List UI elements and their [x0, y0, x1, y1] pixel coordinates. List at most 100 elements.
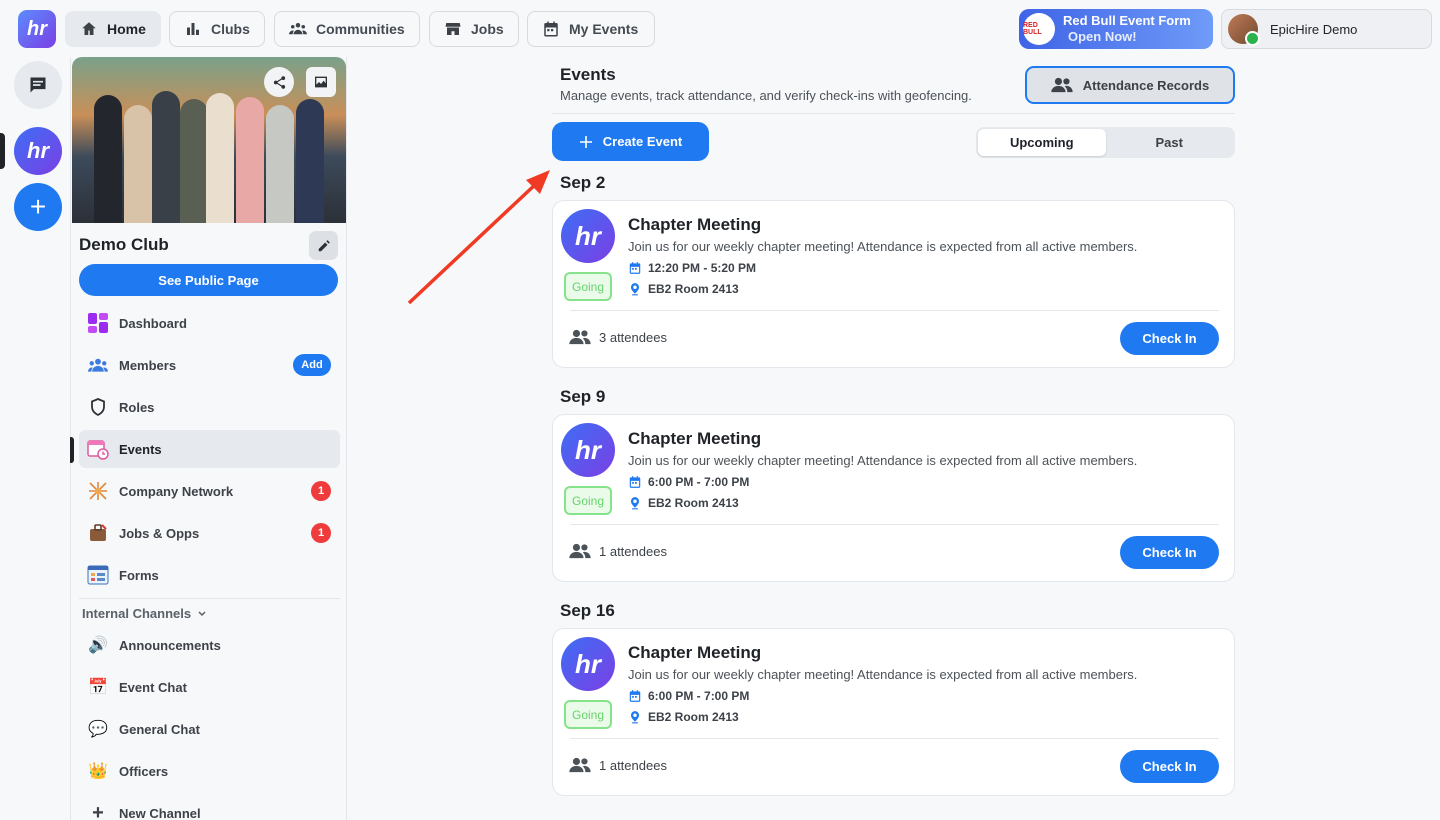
- attendee-count: 1 attendees: [569, 757, 667, 773]
- sidebar-selected-indicator: [70, 437, 74, 463]
- nav-my-events[interactable]: My Events: [527, 11, 655, 47]
- sidebar-item-jobs-opps[interactable]: Jobs & Opps 1: [79, 514, 340, 552]
- red-bull-logo: RED BULL: [1023, 13, 1055, 45]
- club-logo: hr: [561, 209, 615, 263]
- shield-icon: [87, 396, 109, 418]
- club-name: Demo Club: [79, 235, 169, 254]
- attendee-count: 1 attendees: [569, 543, 667, 559]
- channel-general-chat[interactable]: 💬 General Chat: [79, 710, 340, 748]
- tab-past[interactable]: Past: [1106, 129, 1234, 156]
- event-description: Join us for our weekly chapter meeting! …: [628, 667, 1138, 682]
- promo-title: Red Bull Event Form: [1063, 13, 1191, 28]
- app-logo[interactable]: hr: [18, 10, 56, 48]
- people-icon: [569, 329, 591, 345]
- event-filter-tabs: Upcoming Past: [976, 127, 1235, 158]
- card-divider: [570, 310, 1219, 311]
- share-button[interactable]: [264, 67, 294, 97]
- bar-chart-icon: [187, 23, 199, 35]
- location-pin-icon: [630, 497, 640, 510]
- event-date-header: Sep 9: [560, 387, 606, 406]
- avatar: [1228, 14, 1260, 46]
- event-title: Chapter Meeting: [628, 215, 762, 234]
- rail-selected-indicator: [0, 133, 5, 169]
- people-icon: [1051, 77, 1073, 93]
- event-time: 6:00 PM - 7:00 PM: [628, 689, 749, 703]
- event-title: Chapter Meeting: [628, 429, 762, 448]
- check-in-button[interactable]: Check In: [1120, 322, 1219, 355]
- nav-home[interactable]: Home: [65, 11, 161, 47]
- edit-club-button[interactable]: [309, 231, 338, 260]
- chevron-down-icon: [198, 610, 206, 616]
- page-title: Events: [560, 65, 616, 84]
- event-card[interactable]: hr Going Chapter Meeting Join us for our…: [552, 200, 1235, 368]
- location-pin-icon: [630, 283, 640, 296]
- event-description: Join us for our weekly chapter meeting! …: [628, 453, 1138, 468]
- members-icon: [87, 354, 109, 376]
- add-club-button[interactable]: +: [14, 183, 62, 231]
- channel-announcements[interactable]: 🔊 Announcements: [79, 626, 340, 664]
- club-cover-photo: [72, 57, 346, 223]
- attendance-records-button[interactable]: Attendance Records: [1025, 66, 1235, 104]
- people-icon: [569, 757, 591, 773]
- club-logo: hr: [561, 423, 615, 477]
- notification-badge: 1: [311, 523, 331, 543]
- create-event-button[interactable]: Create Event: [552, 122, 709, 161]
- promo-banner[interactable]: RED BULL Red Bull Event Form Open Now!: [1019, 9, 1213, 49]
- share-icon: [273, 75, 285, 89]
- change-cover-button[interactable]: [306, 67, 336, 97]
- calendar-icon: 📅: [88, 679, 108, 696]
- nav-communities[interactable]: Communities: [274, 11, 420, 47]
- sidebar-item-events[interactable]: Events: [79, 430, 340, 468]
- attendee-count: 3 attendees: [569, 329, 667, 345]
- dashboard-icon: [87, 312, 109, 334]
- sidebar-item-members[interactable]: Members Add: [79, 346, 340, 384]
- people-icon: [569, 543, 591, 559]
- plus-icon: +: [92, 801, 104, 820]
- sidebar-item-roles[interactable]: Roles: [79, 388, 340, 426]
- store-icon: [445, 23, 461, 35]
- new-channel-button[interactable]: + New Channel: [79, 794, 340, 820]
- club-switcher-demo[interactable]: hr: [14, 127, 62, 175]
- event-time: 6:00 PM - 7:00 PM: [628, 475, 749, 489]
- tab-upcoming[interactable]: Upcoming: [978, 129, 1106, 156]
- nav-clubs[interactable]: Clubs: [169, 11, 265, 47]
- calendar-icon: [629, 476, 641, 488]
- rsvp-status-badge[interactable]: Going: [564, 700, 612, 729]
- jobs-icon: [87, 522, 109, 544]
- location-pin-icon: [630, 711, 640, 724]
- event-card[interactable]: hr Going Chapter Meeting Join us for our…: [552, 628, 1235, 796]
- nav-jobs[interactable]: Jobs: [429, 11, 519, 47]
- event-time: 12:20 PM - 5:20 PM: [628, 261, 756, 275]
- channel-event-chat[interactable]: 📅 Event Chat: [79, 668, 340, 706]
- event-title: Chapter Meeting: [628, 643, 762, 662]
- sidebar-item-dashboard[interactable]: Dashboard: [79, 304, 340, 342]
- user-menu[interactable]: EpicHire Demo: [1221, 9, 1432, 49]
- sidebar-item-company-network[interactable]: Company Network 1: [79, 472, 340, 510]
- messages-button[interactable]: [14, 61, 62, 109]
- event-location: EB2 Room 2413: [628, 282, 739, 296]
- promo-subtitle: Open Now!: [1068, 29, 1137, 44]
- event-description: Join us for our weekly chapter meeting! …: [628, 239, 1138, 254]
- event-location: EB2 Room 2413: [628, 496, 739, 510]
- internal-channels-toggle[interactable]: Internal Channels: [82, 606, 207, 621]
- event-location: EB2 Room 2413: [628, 710, 739, 724]
- rsvp-status-badge[interactable]: Going: [564, 272, 612, 301]
- channel-officers[interactable]: 👑 Officers: [79, 752, 340, 790]
- check-in-button[interactable]: Check In: [1120, 750, 1219, 783]
- card-divider: [570, 738, 1219, 739]
- sidebar-item-forms[interactable]: Forms: [79, 556, 340, 594]
- forms-icon: [87, 564, 109, 586]
- calendar-icon: [544, 21, 558, 37]
- annotation-arrow: [407, 170, 550, 305]
- page-subtitle: Manage events, track attendance, and ver…: [560, 88, 972, 103]
- user-name: EpicHire Demo: [1270, 21, 1358, 37]
- people-group-icon: [289, 23, 307, 35]
- rsvp-status-badge[interactable]: Going: [564, 486, 612, 515]
- see-public-page-button[interactable]: See Public Page: [79, 264, 338, 296]
- check-in-button[interactable]: Check In: [1120, 536, 1219, 569]
- notification-badge: 1: [311, 481, 331, 501]
- add-member-button[interactable]: Add: [293, 354, 331, 376]
- image-icon: [315, 76, 327, 88]
- speaker-icon: 🔊: [88, 637, 108, 654]
- event-card[interactable]: hr Going Chapter Meeting Join us for our…: [552, 414, 1235, 582]
